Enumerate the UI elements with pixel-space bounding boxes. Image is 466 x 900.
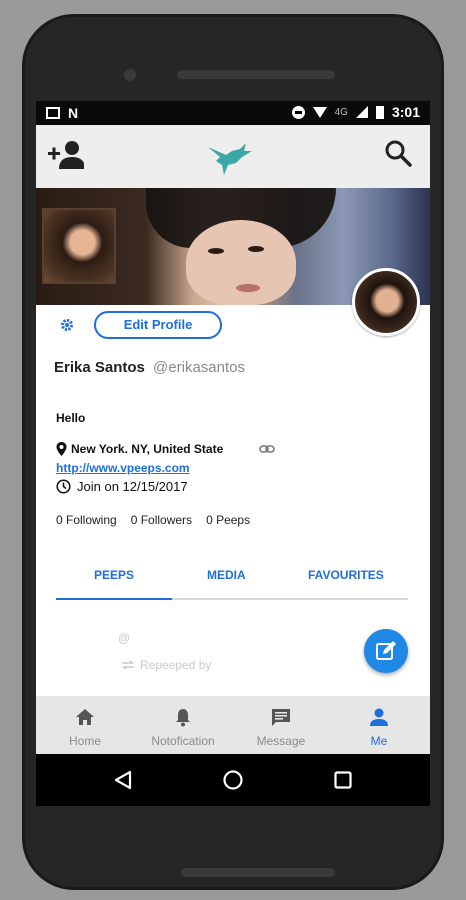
- cover-lips: [236, 284, 260, 292]
- screen: N 4G 3:01 Edit Profile Erika Santos @eri…: [36, 101, 430, 806]
- clock-icon: [56, 479, 71, 494]
- back-icon[interactable]: [112, 769, 134, 791]
- earpiece-speaker: [177, 70, 335, 79]
- location-pin-icon: [56, 442, 67, 456]
- join-row: Join on 12/15/2017: [56, 479, 188, 494]
- location-row: New York. NY, United State: [56, 442, 223, 456]
- active-tab-indicator: [56, 598, 172, 600]
- compose-icon: [376, 641, 396, 660]
- repeep-icon: [122, 660, 134, 670]
- repeeped-by-row: Repeeped by: [120, 658, 211, 672]
- front-camera: [124, 69, 136, 81]
- person-icon: [370, 708, 388, 726]
- join-date: Join on 12/15/2017: [77, 479, 188, 494]
- compose-button[interactable]: [364, 629, 408, 673]
- tab-favourites[interactable]: FAVOURITES: [308, 568, 384, 582]
- cover-eye: [248, 246, 264, 252]
- profile-avatar[interactable]: [352, 268, 420, 336]
- nav-label-me: Me: [370, 734, 388, 748]
- recents-icon[interactable]: [332, 769, 354, 791]
- following-count[interactable]: 0 Following: [56, 513, 117, 527]
- home-icon: [76, 709, 94, 725]
- wifi-icon: [312, 106, 327, 118]
- peeps-count[interactable]: 0 Peeps: [206, 513, 250, 527]
- bell-icon: [176, 709, 190, 727]
- nav-label-home: Home: [68, 734, 101, 748]
- nav-label-notification: Notofication: [151, 734, 215, 748]
- link-icon: [259, 445, 275, 453]
- bottom-navigation: Home Notofication Message Me: [36, 696, 430, 754]
- profile-stats: 0 Following 0 Followers 0 Peeps: [56, 513, 250, 527]
- nav-item-me[interactable]: Me: [330, 696, 428, 754]
- cell-signal-icon: [355, 106, 368, 118]
- do-not-disturb-icon: [291, 105, 305, 119]
- android-navigation-bar: [36, 754, 430, 806]
- status-time: 3:01: [391, 104, 420, 120]
- website-link[interactable]: http://www.vpeeps.com: [56, 461, 190, 475]
- nav-item-notification[interactable]: Notofication: [134, 696, 232, 754]
- cover-eye: [208, 248, 224, 254]
- image-notification-icon: [46, 107, 60, 119]
- gear-icon[interactable]: [60, 318, 74, 332]
- cover-face: [186, 220, 296, 305]
- chat-icon: [272, 709, 290, 726]
- bio-text: Hello: [56, 411, 86, 425]
- bottom-speaker: [181, 868, 335, 877]
- n-notification-icon: N: [68, 105, 79, 121]
- search-icon[interactable]: [384, 139, 412, 167]
- status-bar: N 4G 3:01: [36, 101, 430, 125]
- followers-count[interactable]: 0 Followers: [131, 513, 192, 527]
- hummingbird-logo: [208, 143, 252, 175]
- battery-icon: [375, 105, 384, 119]
- username: @erikasantos: [153, 359, 245, 376]
- person-add-icon[interactable]: [48, 139, 84, 169]
- profile-name-row: Erika Santos @erikasantos: [54, 359, 245, 376]
- app-bar: [36, 125, 430, 188]
- nav-item-message[interactable]: Message: [232, 696, 330, 754]
- profile-tabs: PEEPS MEDIA FAVOURITES: [56, 560, 408, 600]
- edit-profile-button[interactable]: Edit Profile: [94, 311, 222, 339]
- home-button-icon[interactable]: [222, 769, 244, 791]
- network-type: 4G: [334, 106, 348, 118]
- nav-item-home[interactable]: Home: [36, 696, 134, 754]
- feed-item-handle: @: [118, 631, 131, 645]
- nav-label-message: Message: [256, 734, 306, 748]
- tab-peeps[interactable]: PEEPS: [94, 568, 134, 582]
- repeeped-by-label: Repeeped by: [140, 658, 212, 672]
- location-text: New York. NY, United State: [71, 442, 224, 456]
- cover-thumbnail: [42, 208, 116, 284]
- tab-media[interactable]: MEDIA: [207, 568, 246, 582]
- display-name: Erika Santos: [54, 359, 145, 376]
